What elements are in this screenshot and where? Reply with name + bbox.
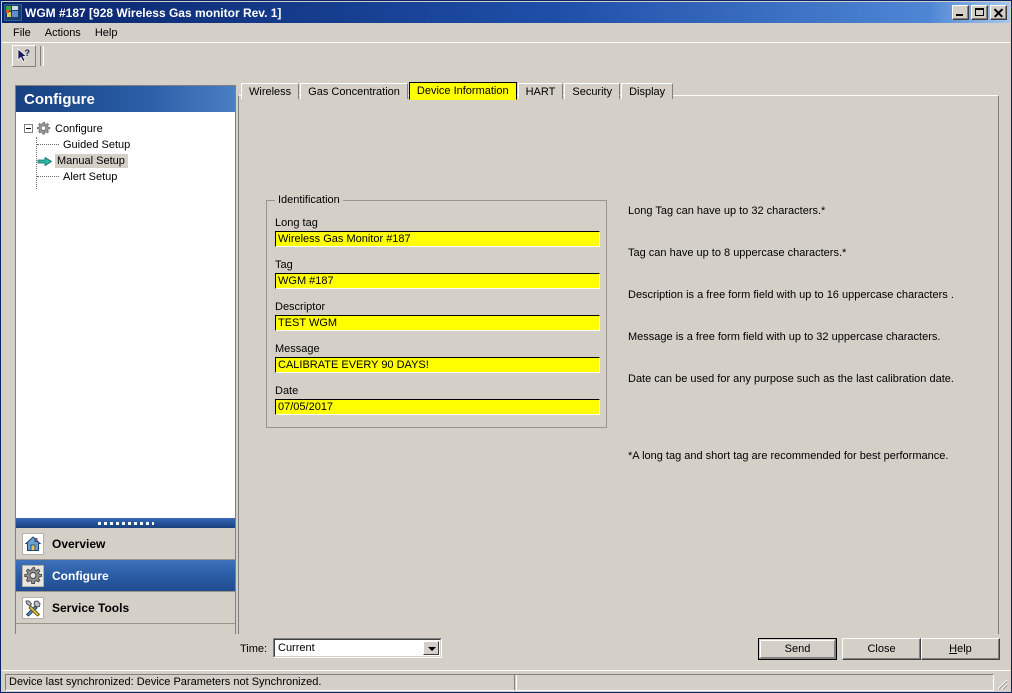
identification-group: Identification Long tag Tag Descriptor M…: [266, 194, 607, 428]
field-message-label: Message: [275, 343, 320, 355]
field-date-label: Date: [275, 385, 299, 397]
close-button[interactable]: Close: [842, 638, 921, 660]
right-arrow-icon: [37, 156, 52, 166]
chevron-down-icon[interactable]: [423, 641, 439, 655]
splitter-grip-icon: [97, 521, 154, 525]
help-text-column: Long Tag can have up to 32 characters.* …: [628, 204, 983, 414]
help-cursor-icon[interactable]: ?: [12, 45, 36, 67]
gear-icon: [22, 564, 44, 587]
main-body: Configure Configure Guided Setup Manual …: [2, 69, 1010, 670]
tree-node-manual-setup[interactable]: Manual Setup: [24, 153, 235, 169]
svg-text:?: ?: [25, 48, 31, 58]
help-button-mnemonic: H: [949, 643, 958, 655]
device-information-panel: Identification Long tag Tag Descriptor M…: [238, 95, 999, 646]
tree-node-guided-setup[interactable]: Guided Setup: [24, 137, 235, 153]
field-tag-label: Tag: [275, 259, 293, 271]
window-title: WGM #187 [928 Wireless Gas monitor Rev. …: [25, 5, 282, 20]
sidebar-item-service-tools[interactable]: Service Tools: [16, 592, 235, 624]
field-message: Message: [275, 343, 600, 373]
navigation-pane: Configure Configure Guided Setup Manual …: [15, 85, 236, 646]
resize-grip-icon[interactable]: [994, 676, 1008, 690]
tree-node-manual-setup-label: Manual Setup: [55, 154, 128, 168]
application-window: WGM #187 [928 Wireless Gas monitor Rev. …: [0, 0, 1012, 693]
help-line-tag: Tag can have up to 8 uppercase character…: [628, 247, 847, 259]
status-message: Device last synchronized: Device Paramet…: [5, 674, 517, 691]
date-input[interactable]: [275, 399, 600, 415]
tab-device-information[interactable]: Device Information: [408, 82, 517, 100]
message-input[interactable]: [275, 357, 600, 373]
sidebar-item-configure-label: Configure: [52, 568, 109, 583]
tag-input[interactable]: [275, 273, 600, 289]
tree-node-configure[interactable]: Configure: [24, 120, 235, 137]
sidebar-item-configure[interactable]: Configure: [16, 560, 235, 592]
app-icon: [4, 4, 22, 21]
tree-node-guided-setup-label: Guided Setup: [63, 139, 131, 151]
help-button-label: elp: [957, 643, 972, 655]
tree-node-configure-label: Configure: [55, 122, 103, 135]
field-long-tag-label: Long tag: [275, 217, 318, 229]
dialog-bottom-bar: Time: Current Send Close Help: [2, 634, 1010, 670]
tree-node-alert-setup-label: Alert Setup: [63, 171, 118, 183]
tab-wireless[interactable]: Wireless: [241, 83, 300, 99]
long-tag-input[interactable]: [275, 231, 600, 247]
status-secondary-panel: [514, 674, 994, 691]
menu-item-actions[interactable]: Actions: [38, 25, 88, 41]
window-controls: [952, 5, 1008, 20]
menu-bar: File Actions Help: [2, 23, 1010, 42]
nav-pane-title: Configure: [16, 86, 235, 112]
time-label: Time:: [240, 643, 268, 655]
time-dropdown-value: Current: [278, 642, 315, 654]
menu-item-file[interactable]: File: [6, 25, 38, 41]
send-button[interactable]: Send: [758, 638, 837, 660]
help-line-message: Message is a free form field with up to …: [628, 331, 941, 343]
identification-legend: Identification: [275, 194, 343, 206]
tab-display[interactable]: Display: [621, 83, 674, 99]
field-date: Date: [275, 385, 600, 415]
field-tag: Tag: [275, 259, 600, 289]
tab-gas-concentration[interactable]: Gas Concentration: [300, 83, 408, 99]
sidebar-item-overview-label: Overview: [52, 536, 106, 551]
tree-branch-line: [37, 144, 59, 146]
time-dropdown[interactable]: Current: [273, 638, 442, 658]
sidebar-item-overview[interactable]: Overview: [16, 528, 235, 560]
field-descriptor-label: Descriptor: [275, 301, 326, 313]
help-footnote: *A long tag and short tag are recommende…: [628, 450, 949, 462]
minimize-button[interactable]: [952, 5, 969, 20]
nav-splitter[interactable]: [16, 518, 235, 528]
descriptor-input[interactable]: [275, 315, 600, 331]
tab-security[interactable]: Security: [564, 83, 621, 99]
tree-node-alert-setup[interactable]: Alert Setup: [24, 169, 235, 185]
tree-expander-icon[interactable]: [24, 124, 33, 133]
help-line-date: Date can be used for any purpose such as…: [628, 373, 954, 385]
status-bar: Device last synchronized: Device Paramet…: [2, 670, 1010, 692]
sidebar-item-service-tools-label: Service Tools: [52, 600, 130, 615]
title-bar: WGM #187 [928 Wireless Gas monitor Rev. …: [2, 2, 1010, 23]
tab-strip: Wireless Gas Concentration Device Inform…: [238, 82, 999, 100]
send-button-label: Send: [760, 640, 835, 658]
help-line-description: Description is a free form field with up…: [628, 289, 954, 301]
maximize-button[interactable]: [971, 5, 988, 20]
toolbar-separator: [40, 46, 44, 66]
help-button[interactable]: Help: [921, 638, 1000, 660]
home-icon: [22, 532, 44, 555]
field-long-tag: Long tag: [275, 217, 600, 247]
tab-hart[interactable]: HART: [517, 83, 564, 99]
field-descriptor: Descriptor: [275, 301, 600, 331]
toolbar: ?: [2, 42, 1010, 69]
tree-branch-line: [37, 176, 59, 178]
tools-icon: [22, 596, 44, 619]
gear-icon: [37, 121, 51, 135]
help-line-long-tag: Long Tag can have up to 32 characters.*: [628, 205, 826, 217]
close-window-button[interactable]: [990, 5, 1007, 20]
configure-tree: Configure Guided Setup Manual Setup Aler…: [16, 112, 235, 518]
menu-item-help[interactable]: Help: [88, 25, 125, 41]
close-button-label: Close: [867, 643, 896, 655]
